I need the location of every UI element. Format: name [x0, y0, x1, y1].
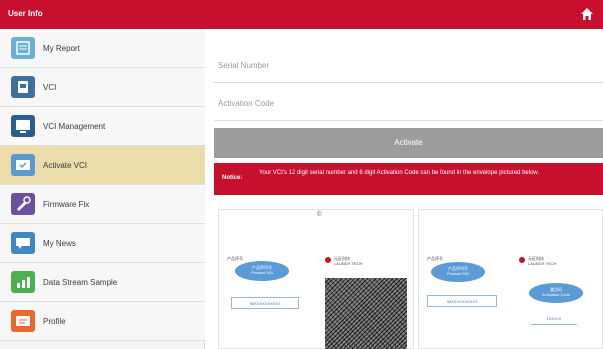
- envelope-example-back: 产品序号 产品序列号 Product S/N 98XXXXXXXXX1 元征科技…: [418, 209, 603, 349]
- activation-code-field[interactable]: [214, 89, 603, 121]
- sidebar: My Report VCI VCI Management Activate VC…: [0, 29, 205, 349]
- notice-banner: Notice: Your VCI's 12 digit serial numbe…: [214, 163, 603, 195]
- serial-tag-label: 产品序号: [427, 256, 443, 261]
- brand-name-en: LAUNCH TECH: [528, 261, 557, 266]
- serial-number-sample: 98XXXXXXXXX1: [427, 295, 497, 307]
- sidebar-item-label: Activate VCI: [43, 161, 88, 170]
- report-icon: [11, 37, 35, 59]
- envelope-example-front: © 产品序号 产品序列号 Product S/N 98XXXXXXXXX1 元征…: [218, 209, 414, 349]
- home-icon[interactable]: [579, 6, 595, 22]
- sidebar-item-activate-vci[interactable]: Activate VCI: [0, 146, 205, 185]
- data-stream-icon: [11, 271, 35, 293]
- sidebar-item-vci[interactable]: VCI: [0, 68, 205, 107]
- sidebar-item-vci-management[interactable]: VCI Management: [0, 107, 205, 146]
- title-bar: User Info: [0, 0, 603, 29]
- sidebar-item-data-stream-sample[interactable]: Data Stream Sample: [0, 263, 205, 302]
- serial-tag-label: 产品序号: [227, 256, 243, 261]
- notice-text: Your VCI's 12 digit serial number and 6 …: [259, 170, 540, 176]
- product-sn-callout-text: 产品序列号 Product S/N: [447, 266, 469, 276]
- sidebar-item-label: My Report: [43, 44, 80, 53]
- vci-management-icon: [11, 115, 35, 137]
- serial-number-field[interactable]: [214, 51, 603, 83]
- product-sn-callout: 产品序列号 Product S/N: [235, 261, 289, 281]
- sidebar-item-label: Firmware Fix: [43, 200, 90, 209]
- activation-code-sample: 123XXX: [531, 313, 577, 325]
- sidebar-item-label: VCI Management: [43, 122, 106, 131]
- sidebar-item-label: VCI: [43, 83, 57, 92]
- activation-code-callout-text: 激活码 Activation Code: [541, 287, 570, 297]
- activate-icon: [11, 154, 35, 176]
- activation-code-input[interactable]: [218, 99, 588, 108]
- activate-panel: Activate Notice: Your VCI's 12 digit ser…: [206, 29, 603, 349]
- notice-label: Notice:: [222, 175, 243, 181]
- activation-code-callout: 激活码 Activation Code: [529, 283, 583, 303]
- sidebar-item-label: My News: [43, 239, 76, 248]
- vci-icon: [11, 76, 35, 98]
- brand-name-en: LAUNCH TECH: [334, 261, 363, 266]
- serial-number-sample: 98XXXXXXXXX1: [231, 297, 299, 309]
- sidebar-item-my-news[interactable]: My News: [0, 224, 205, 263]
- product-sn-callout: 产品序列号 Product S/N: [431, 262, 485, 282]
- sidebar-item-label: Profile: [43, 317, 66, 326]
- serial-number-input[interactable]: [218, 61, 588, 70]
- page-title: User Info: [8, 9, 43, 18]
- activate-button[interactable]: Activate: [214, 128, 603, 158]
- sidebar-item-my-report[interactable]: My Report: [0, 29, 205, 68]
- scratch-area-image: [325, 278, 407, 349]
- sidebar-item-label: Data Stream Sample: [43, 278, 118, 287]
- firmware-fix-icon: [11, 193, 35, 215]
- profile-icon: [11, 310, 35, 332]
- product-sn-callout-text: 产品序列号 Product S/N: [251, 265, 273, 275]
- sidebar-item-profile[interactable]: Profile: [0, 302, 205, 341]
- sidebar-item-firmware-fix[interactable]: Firmware Fix: [0, 185, 205, 224]
- news-icon: [11, 232, 35, 254]
- copyright-mark: ©: [317, 212, 322, 218]
- brand-logo-icon: [325, 257, 331, 263]
- brand-logo-icon: [519, 257, 525, 263]
